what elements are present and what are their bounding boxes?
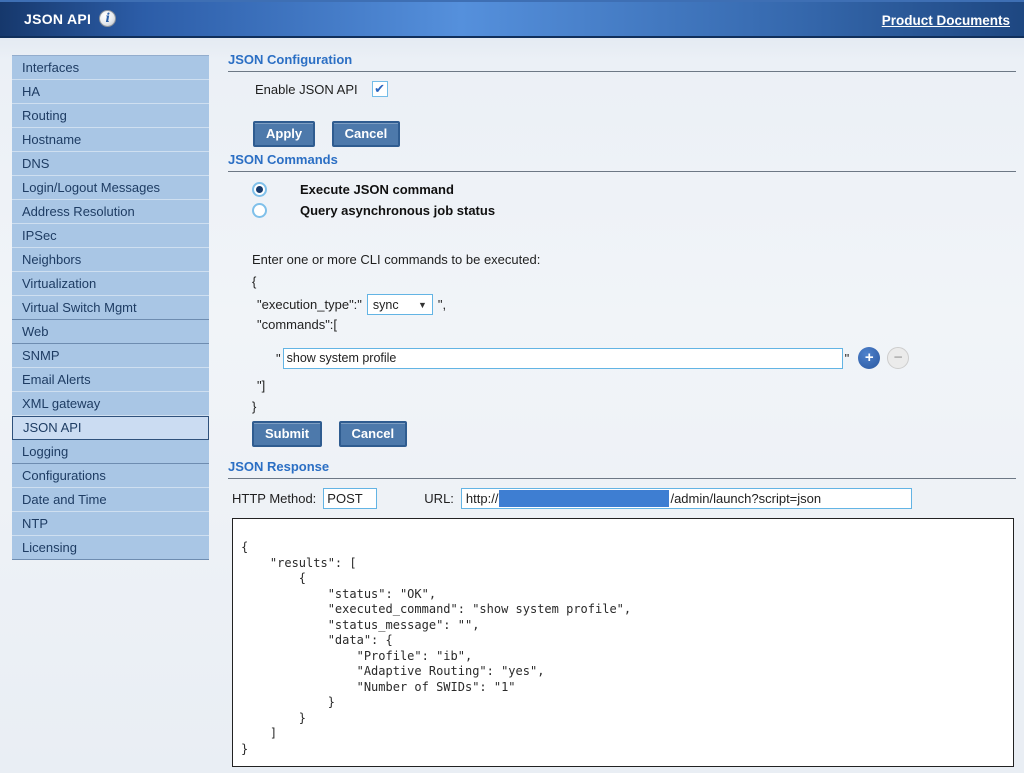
chevron-down-icon: ▼ xyxy=(418,300,427,310)
sidebar-item-email-alerts[interactable]: Email Alerts xyxy=(12,368,209,392)
redacted-host-box xyxy=(499,490,669,507)
execution-type-row: "execution_type":" sync ▼ ", xyxy=(257,294,446,315)
info-icon[interactable]: i xyxy=(99,10,116,27)
url-input[interactable]: http:// /admin/launch?script=json xyxy=(461,488,912,509)
sidebar-item-virtual-switch-mgmt[interactable]: Virtual Switch Mgmt xyxy=(12,296,209,320)
sidebar-item-configurations[interactable]: Configurations xyxy=(12,464,209,488)
config-buttons-row: Apply Cancel xyxy=(253,121,400,147)
sidebar-item-interfaces[interactable]: Interfaces xyxy=(12,56,209,80)
sidebar-item-date-and-time[interactable]: Date and Time xyxy=(12,488,209,512)
query-async-job-status-label: Query asynchronous job status xyxy=(300,203,495,218)
json-close-brace: } xyxy=(252,399,256,414)
radio-row-execute: Execute JSON command xyxy=(252,182,454,197)
execution-type-suffix: ", xyxy=(438,297,446,312)
enable-json-api-checkbox[interactable]: ✔ xyxy=(372,81,388,97)
submit-button[interactable]: Submit xyxy=(252,421,322,447)
sidebar-item-snmp[interactable]: SNMP xyxy=(12,344,209,368)
sidebar-item-web[interactable]: Web xyxy=(12,320,209,344)
page-title: JSON API xyxy=(24,11,91,27)
execute-json-command-label: Execute JSON command xyxy=(300,182,454,197)
main-content: JSON Configuration Enable JSON API ✔ App… xyxy=(228,52,1016,773)
sidebar-item-virtualization[interactable]: Virtualization xyxy=(12,272,209,296)
json-open-brace: { xyxy=(252,274,256,289)
sidebar-item-json-api[interactable]: JSON API xyxy=(12,416,209,440)
url-suffix-text: /admin/launch?script=json xyxy=(670,491,821,506)
commands-cancel-button[interactable]: Cancel xyxy=(339,421,408,447)
product-documents-link[interactable]: Product Documents xyxy=(882,13,1010,28)
cli-command-input[interactable] xyxy=(283,348,843,369)
sidebar-item-hostname[interactable]: Hostname xyxy=(12,128,209,152)
json-response-output[interactable]: { "results": [ { "status": "OK", "execut… xyxy=(232,518,1014,767)
command-input-row: " " + − xyxy=(276,347,909,369)
sidebar-item-ntp[interactable]: NTP xyxy=(12,512,209,536)
sidebar-item-neighbors[interactable]: Neighbors xyxy=(12,248,209,272)
execution-type-prefix: "execution_type":" xyxy=(257,297,362,312)
sidebar-item-licensing[interactable]: Licensing xyxy=(12,536,209,560)
cli-instruction-text: Enter one or more CLI commands to be exe… xyxy=(252,252,540,267)
sidebar-item-dns[interactable]: DNS xyxy=(12,152,209,176)
sidebar-item-ipsec[interactable]: IPSec xyxy=(12,224,209,248)
execution-type-value: sync xyxy=(373,298,399,312)
add-command-button[interactable]: + xyxy=(858,347,880,369)
enable-json-api-label: Enable JSON API xyxy=(255,82,358,97)
sidebar-item-ha[interactable]: HA xyxy=(12,80,209,104)
sidebar-item-address-resolution[interactable]: Address Resolution xyxy=(12,200,209,224)
http-method-input[interactable] xyxy=(323,488,377,509)
radio-row-query: Query asynchronous job status xyxy=(252,203,495,218)
sidebar-item-logging[interactable]: Logging xyxy=(12,440,209,464)
http-method-label: HTTP Method: xyxy=(232,491,316,506)
json-response-title: JSON Response xyxy=(228,459,1016,479)
sidebar-item-xml-gateway[interactable]: XML gateway xyxy=(12,392,209,416)
remove-command-button[interactable]: − xyxy=(887,347,909,369)
command-close-quote: " xyxy=(845,351,850,366)
http-request-row: HTTP Method: URL: http:// /admin/launch?… xyxy=(232,488,912,509)
execute-json-command-radio[interactable] xyxy=(252,182,267,197)
query-async-job-status-radio[interactable] xyxy=(252,203,267,218)
url-prefix-text: http:// xyxy=(466,491,499,506)
apply-button[interactable]: Apply xyxy=(253,121,315,147)
json-configuration-title: JSON Configuration xyxy=(228,52,1016,72)
command-open-quote: " xyxy=(276,351,281,366)
url-label: URL: xyxy=(424,491,454,506)
json-commands-title: JSON Commands xyxy=(228,152,1016,172)
sidebar-item-login-logout-messages[interactable]: Login/Logout Messages xyxy=(12,176,209,200)
sidebar-nav: Interfaces HA Routing Hostname DNS Login… xyxy=(12,55,209,560)
sidebar-item-routing[interactable]: Routing xyxy=(12,104,209,128)
execution-type-select[interactable]: sync ▼ xyxy=(367,294,433,315)
config-cancel-button[interactable]: Cancel xyxy=(332,121,401,147)
top-header-bar: JSON API i Product Documents xyxy=(0,0,1024,38)
command-buttons-row: Submit Cancel xyxy=(252,421,407,447)
commands-open-text: "commands":[ xyxy=(257,317,337,332)
commands-close-text: "] xyxy=(257,378,265,393)
enable-json-api-row: Enable JSON API ✔ xyxy=(255,81,388,97)
